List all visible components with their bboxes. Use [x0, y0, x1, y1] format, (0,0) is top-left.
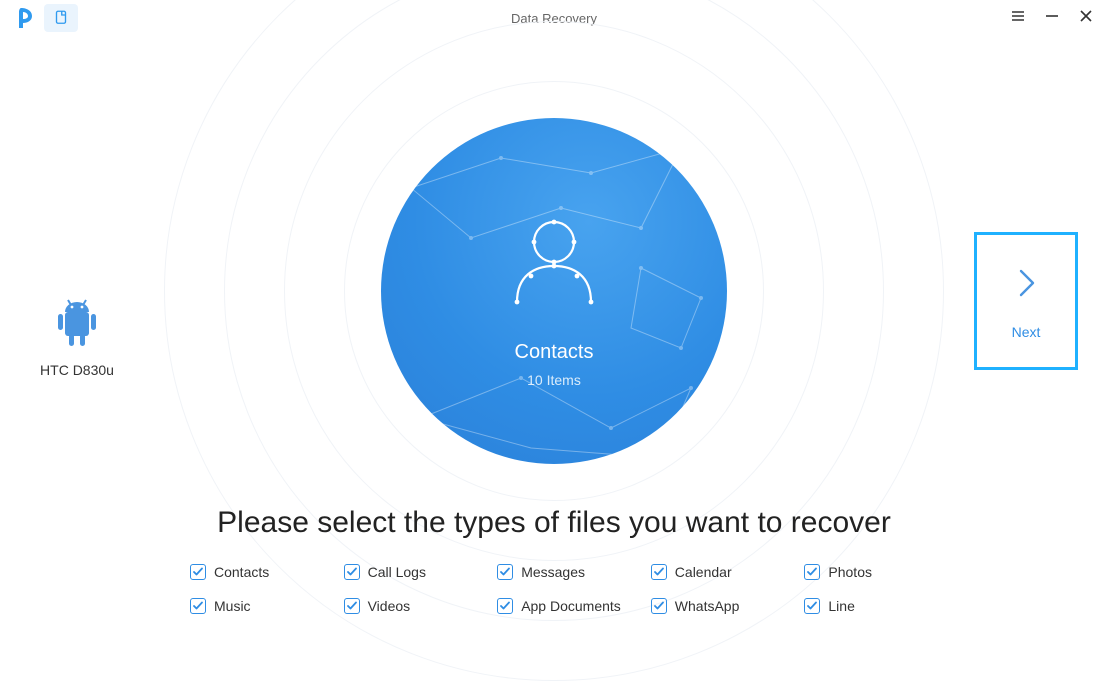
- mesh-decoration: [381, 118, 727, 464]
- type-label: Call Logs: [368, 564, 426, 580]
- toolbar-file-button[interactable]: [44, 4, 78, 32]
- type-label: App Documents: [521, 598, 621, 614]
- instruction-text: Please select the types of files you wan…: [0, 506, 1108, 540]
- type-calendar[interactable]: Calendar: [651, 564, 805, 580]
- window-controls: [1010, 8, 1094, 24]
- next-button[interactable]: Next: [974, 232, 1078, 370]
- checkbox-icon: [497, 564, 513, 580]
- type-photos[interactable]: Photos: [804, 564, 958, 580]
- menu-icon[interactable]: [1010, 8, 1026, 24]
- type-label: Calendar: [675, 564, 732, 580]
- type-messages[interactable]: Messages: [497, 564, 651, 580]
- type-whatsapp[interactable]: WhatsApp: [651, 598, 805, 614]
- type-music[interactable]: Music: [190, 598, 344, 614]
- checkbox-icon: [804, 564, 820, 580]
- logo-area: [0, 4, 78, 32]
- android-icon: [22, 296, 132, 348]
- type-label: WhatsApp: [675, 598, 740, 614]
- minimize-icon[interactable]: [1044, 8, 1060, 24]
- device-name: HTC D830u: [22, 362, 132, 378]
- type-label: Music: [214, 598, 251, 614]
- checkbox-icon: [344, 564, 360, 580]
- device-panel: HTC D830u: [22, 296, 132, 378]
- type-line[interactable]: Line: [804, 598, 958, 614]
- checkbox-icon: [497, 598, 513, 614]
- type-videos[interactable]: Videos: [344, 598, 498, 614]
- close-icon[interactable]: [1078, 8, 1094, 24]
- type-label: Line: [828, 598, 854, 614]
- type-label: Contacts: [214, 564, 269, 580]
- chevron-right-icon: [1011, 263, 1041, 308]
- app-logo: [10, 4, 38, 32]
- checkbox-icon: [190, 564, 206, 580]
- next-label: Next: [1012, 324, 1041, 340]
- type-call-logs[interactable]: Call Logs: [344, 564, 498, 580]
- type-label: Videos: [368, 598, 411, 614]
- checkbox-icon: [190, 598, 206, 614]
- type-contacts[interactable]: Contacts: [190, 564, 344, 580]
- checkbox-icon: [651, 564, 667, 580]
- checkbox-icon: [804, 598, 820, 614]
- checkbox-icon: [651, 598, 667, 614]
- type-label: Photos: [828, 564, 872, 580]
- preview-circle: Contacts 10 Items: [381, 118, 727, 464]
- type-app-documents[interactable]: App Documents: [497, 598, 651, 614]
- main-area: Contacts 10 Items HTC D830u: [0, 36, 1108, 682]
- checkbox-icon: [344, 598, 360, 614]
- file-types-grid: Contacts Call Logs Messages Calendar Pho…: [190, 564, 958, 614]
- type-label: Messages: [521, 564, 585, 580]
